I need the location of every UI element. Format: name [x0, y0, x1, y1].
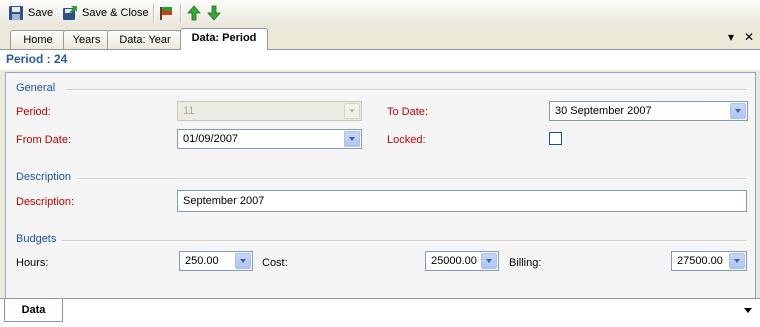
cost-label: Cost:	[262, 257, 288, 269]
chevron-down-icon[interactable]	[729, 253, 745, 269]
tab-list-dropdown[interactable]: ▾	[728, 30, 734, 44]
save-close-button[interactable]: Save & Close	[62, 3, 149, 23]
description-value: September 2007	[183, 195, 265, 207]
billing-value: 27500.00	[677, 255, 723, 267]
divider	[62, 240, 746, 242]
tab-data-year[interactable]: Data: Year	[107, 30, 183, 49]
period-label: Period:	[16, 106, 51, 118]
toolbar-separator	[153, 4, 155, 23]
hours-select[interactable]: 250.00	[179, 251, 253, 271]
document-tabstrip: Home Years Data: Year Data: Period	[0, 27, 760, 50]
chevron-down-icon[interactable]	[235, 253, 251, 269]
arrow-up-icon	[186, 5, 202, 21]
move-up-button[interactable]	[186, 3, 202, 23]
section-general: General	[16, 82, 56, 94]
tab-data-period[interactable]: Data: Period	[180, 28, 268, 50]
chevron-down-icon[interactable]	[730, 103, 746, 119]
hours-value: 250.00	[185, 255, 219, 267]
arrow-down-icon	[206, 5, 222, 21]
hours-label: Hours:	[16, 257, 49, 269]
from-date-value: 01/09/2007	[183, 133, 239, 145]
cost-value: 25000.00	[431, 255, 477, 267]
tab-label: Years	[72, 34, 101, 46]
close-icon[interactable]: ✕	[744, 30, 754, 44]
floppy-disk-icon	[8, 5, 24, 21]
locked-label: Locked:	[387, 134, 426, 146]
period-value: 11	[183, 105, 195, 117]
locked-checkbox[interactable]	[549, 132, 562, 145]
to-date-value: 30 September 2007	[555, 105, 652, 117]
tab-label: Home	[23, 34, 53, 46]
toolbar: Save Save & Close	[0, 0, 760, 28]
divider	[66, 89, 746, 91]
tab-years[interactable]: Years	[63, 30, 110, 49]
tab-home[interactable]: Home	[10, 30, 66, 49]
tab-label: Data: Period	[191, 32, 257, 44]
move-down-button[interactable]	[206, 3, 222, 23]
chevron-down-icon[interactable]	[481, 253, 497, 269]
from-date-label: From Date:	[16, 134, 72, 146]
chevron-down-icon	[344, 103, 360, 119]
title-bar: Period : 24	[0, 50, 760, 70]
from-date-picker[interactable]: 01/09/2007	[177, 129, 362, 149]
description-label: Description:	[16, 196, 75, 208]
save-button[interactable]: Save	[8, 3, 53, 23]
billing-select[interactable]: 27500.00	[671, 251, 747, 271]
period-select: 11	[177, 101, 362, 121]
tab-label: Data: Year	[119, 34, 171, 46]
billing-label: Billing:	[509, 257, 542, 269]
description-input[interactable]: September 2007	[177, 190, 747, 212]
bottom-tabstrip: Data	[0, 298, 760, 327]
flag-icon	[158, 5, 174, 21]
toolbar-separator	[180, 4, 182, 23]
tab-data[interactable]: Data	[4, 299, 63, 322]
section-description: Description	[16, 171, 72, 183]
to-date-label: To Date:	[387, 106, 428, 118]
to-date-select[interactable]: 30 September 2007	[549, 101, 748, 121]
save-close-icon	[62, 5, 78, 21]
chevron-down-icon[interactable]	[344, 131, 360, 147]
save-close-label: Save & Close	[82, 7, 149, 19]
cost-select[interactable]: 25000.00	[425, 251, 499, 271]
page-title: Period : 24	[6, 52, 68, 66]
section-budgets: Budgets	[16, 233, 57, 245]
divider	[78, 178, 746, 180]
flag-button[interactable]	[158, 3, 174, 23]
form-panel: General Period: 11 To Date: 30 September…	[5, 72, 756, 300]
save-label: Save	[28, 7, 54, 19]
chevron-down-icon[interactable]	[744, 308, 752, 313]
